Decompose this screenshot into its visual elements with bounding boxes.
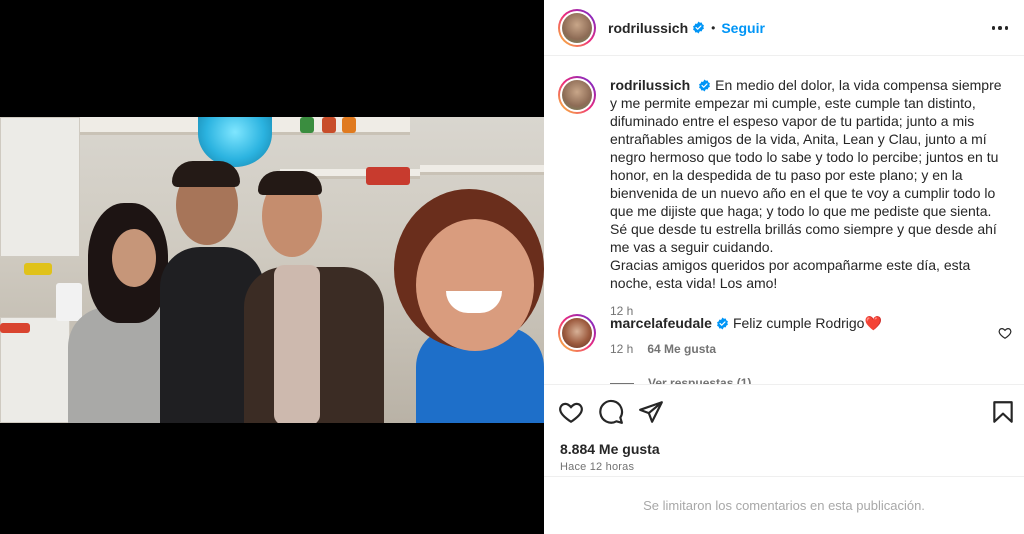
post-media bbox=[0, 0, 544, 534]
verified-badge-icon bbox=[693, 21, 705, 34]
share-icon[interactable] bbox=[638, 399, 664, 425]
view-replies-button[interactable]: Ver respuestas (1) bbox=[610, 376, 751, 384]
comment-time[interactable]: 12 h bbox=[610, 340, 633, 358]
post-header: rodrilussich • Seguir bbox=[544, 0, 1024, 56]
more-options-icon[interactable] bbox=[988, 18, 1012, 38]
caption-username[interactable]: rodrilussich bbox=[610, 77, 690, 93]
comment-likes[interactable]: 64 Me gusta bbox=[647, 340, 716, 358]
commenter-username[interactable]: marcelafeudale bbox=[610, 315, 712, 331]
like-heart-icon[interactable] bbox=[558, 399, 584, 425]
author-avatar[interactable] bbox=[558, 8, 596, 47]
bookmark-icon[interactable] bbox=[990, 399, 1016, 425]
appliance bbox=[56, 283, 82, 321]
like-count[interactable]: 8.884 Me gusta bbox=[560, 441, 660, 457]
verified-badge-icon bbox=[717, 317, 728, 330]
comment-item: marcelafeudale Feliz cumple Rodrigo❤️ 12… bbox=[558, 314, 1018, 358]
post-photo[interactable] bbox=[0, 117, 544, 423]
pot bbox=[366, 167, 410, 185]
pot bbox=[24, 263, 52, 275]
caption-text: En medio del dolor, la vida compensa sie… bbox=[610, 77, 1002, 291]
jar bbox=[300, 117, 314, 133]
verified-badge-icon bbox=[699, 79, 711, 92]
kitchen-shelf bbox=[420, 165, 544, 175]
comments-limited-notice: Se limitaron los comentarios en esta pub… bbox=[544, 476, 1024, 534]
jar bbox=[322, 117, 336, 133]
commenter-avatar[interactable] bbox=[558, 314, 596, 352]
lamp bbox=[198, 117, 272, 167]
jar bbox=[342, 117, 356, 133]
post-sidebar: rodrilussich • Seguir rodrilussich En me… bbox=[544, 0, 1024, 534]
bowl bbox=[0, 323, 30, 333]
post-actions: 8.884 Me gusta Hace 12 horas bbox=[544, 384, 1024, 476]
post-time[interactable]: Hace 12 horas bbox=[560, 461, 634, 473]
follow-button[interactable]: Seguir bbox=[721, 20, 765, 36]
comment-text: Feliz cumple Rodrigo bbox=[732, 315, 865, 331]
comments-section[interactable]: rodrilussich En medio del dolor, la vida… bbox=[544, 56, 1024, 384]
author-username[interactable]: rodrilussich bbox=[608, 20, 688, 36]
view-replies-label: Ver respuestas (1) bbox=[648, 376, 752, 384]
kitchen-cabinet bbox=[0, 117, 80, 257]
separator-dot: • bbox=[711, 20, 716, 35]
comment-icon[interactable] bbox=[598, 399, 624, 425]
author-info: rodrilussich • Seguir bbox=[608, 20, 765, 36]
caption-avatar[interactable] bbox=[558, 76, 596, 114]
heart-emoji: ❤️ bbox=[864, 315, 882, 331]
comment-like-icon[interactable] bbox=[998, 326, 1012, 340]
post-caption: rodrilussich En medio del dolor, la vida… bbox=[558, 76, 1018, 320]
